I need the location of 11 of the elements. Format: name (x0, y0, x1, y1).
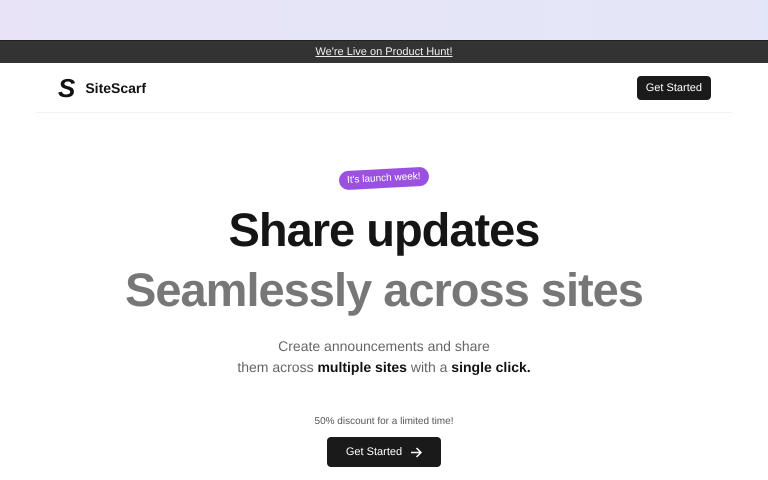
arrow-right-icon (410, 446, 422, 458)
headline: Share updates (228, 202, 540, 258)
launch-badge: It's launch week! (338, 166, 430, 190)
description: Create announcements and share them across multiple sites with a single click. (237, 337, 531, 377)
subheadline: Seamlessly across sites (125, 262, 643, 318)
brand-name[interactable]: SiteScarf (85, 80, 146, 96)
logo-mark[interactable]: S (58, 74, 76, 100)
announcement-link[interactable]: We're Live on Product Hunt! (315, 46, 453, 58)
get-started-button[interactable]: Get Started (636, 76, 711, 100)
discount-note: 50% discount for a limited time! (314, 416, 454, 427)
get-started-button[interactable]: Get Started (327, 437, 441, 467)
